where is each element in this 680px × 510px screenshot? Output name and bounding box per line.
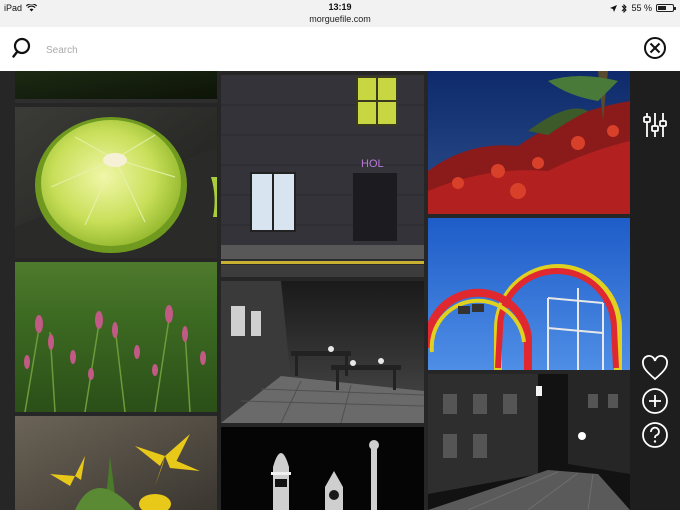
add-button[interactable] — [636, 385, 674, 417]
battery-icon — [656, 4, 676, 12]
roller-coaster-photo[interactable] — [428, 218, 630, 370]
close-icon[interactable] — [643, 36, 667, 60]
bluetooth-icon — [622, 3, 628, 13]
sliders-icon — [643, 113, 667, 137]
clock: 13:19 — [328, 2, 352, 12]
url-label[interactable]: morguefile.com — [0, 14, 680, 24]
svg-text:HOL: HOL — [361, 158, 384, 170]
status-bar: iPad 13:19 morguefile.com 55 % — [0, 0, 680, 27]
photo-grid: HOL — [0, 71, 630, 510]
red-foliage-lake-photo[interactable] — [428, 71, 630, 214]
help-button[interactable] — [636, 419, 674, 451]
night-street-bw-photo[interactable] — [428, 374, 630, 510]
filter-button[interactable] — [636, 109, 674, 141]
lime-slice-photo[interactable] — [15, 107, 217, 258]
clock-tower-night-photo[interactable] — [221, 427, 424, 510]
heart-icon — [642, 355, 668, 381]
search-icon[interactable] — [12, 36, 36, 60]
search-bar — [0, 27, 680, 72]
favorite-button[interactable] — [636, 352, 674, 384]
plus-circle-icon — [642, 388, 668, 414]
outdoor-cafe-bw-photo[interactable] — [221, 281, 424, 423]
pink-flowers-grass-photo[interactable] — [15, 262, 217, 412]
battery-level-fill — [658, 6, 666, 10]
status-right: 55 % — [610, 3, 676, 13]
location-icon — [610, 4, 618, 12]
search-input[interactable] — [44, 38, 608, 62]
night-building-window-photo[interactable]: HOL — [221, 75, 424, 277]
yellow-flower-photo[interactable] — [15, 416, 217, 510]
right-sidebar — [630, 71, 680, 510]
battery-label: 55 % — [631, 3, 652, 13]
dark-foliage-photo[interactable] — [15, 71, 217, 103]
help-circle-icon — [642, 422, 668, 448]
